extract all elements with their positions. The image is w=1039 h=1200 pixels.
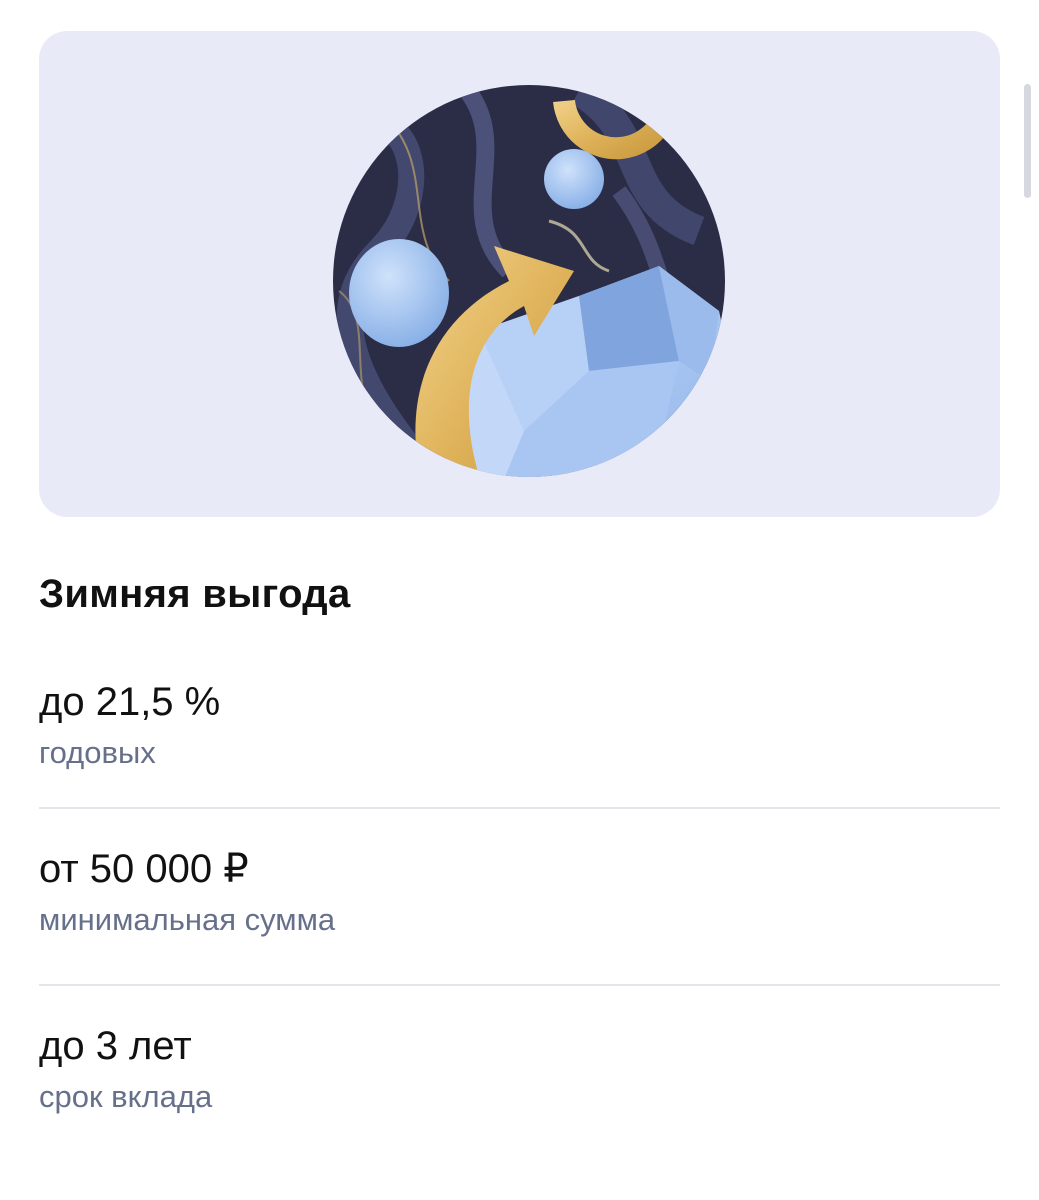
divider [39,984,1000,986]
term-caption: срок вклада [39,1079,213,1114]
scrollbar[interactable] [1024,84,1031,198]
deposit-details-page: Зимняя выгода до 21,5 % годовых от 50 00… [0,0,1039,1200]
deposit-illustration [333,85,725,477]
min-amount-caption: минимальная сумма [39,902,336,937]
rate-caption: годовых [39,735,156,770]
min-amount-value: от 50 000 ₽ [39,847,249,891]
deposit-title: Зимняя выгода [39,572,351,616]
deposit-banner [39,31,1000,517]
term-value: до 3 лет [39,1024,192,1068]
rate-value: до 21,5 % [39,680,221,724]
divider [39,807,1000,809]
term-block: до 3 лет срок вклада [39,1022,1000,1116]
rate-block: до 21,5 % годовых [39,678,1000,772]
min-amount-block: от 50 000 ₽ минимальная сумма [39,845,1000,939]
